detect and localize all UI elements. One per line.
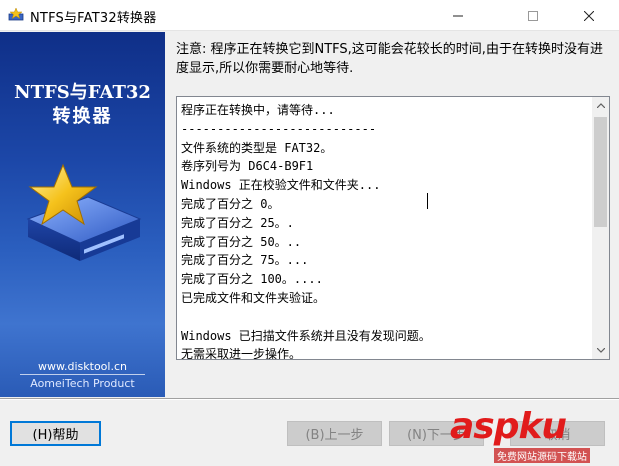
log-line: 已完成文件和文件夹验证。 <box>181 290 326 305</box>
log-line: 完成了百分之 50。.. <box>181 234 302 249</box>
close-icon <box>584 10 594 21</box>
banner-company: AomeiTech Product <box>30 377 135 390</box>
log-line: Windows 正在校验文件和文件夹... <box>181 178 381 193</box>
close-button[interactable] <box>566 0 612 31</box>
banner-url: www.disktool.cn <box>38 360 127 373</box>
log-lines: 程序正在转换中，请等待... --------------------------… <box>181 101 589 360</box>
title-bar: NTFS与FAT32转换器 <box>0 0 619 31</box>
log-line: 程序正在转换中，请等待... <box>181 103 335 117</box>
log-line: 完成了百分之 0。 <box>181 196 280 211</box>
scroll-up-button[interactable] <box>592 97 609 114</box>
scroll-thumb[interactable] <box>594 117 607 227</box>
log-line: 完成了百分之 75。... <box>181 253 309 268</box>
log-line: --------------------------- <box>181 121 377 136</box>
button-separator <box>0 398 619 400</box>
watermark-logo: aspku <box>450 406 567 447</box>
minimize-icon <box>453 15 463 16</box>
log-line: 文件系统的类型是 FAT32。 <box>181 140 333 155</box>
wizard-banner: NTFS与FAT32 转换器 www.disktool.cn AomeiTech… <box>0 32 165 397</box>
log-line: Windows 已扫描文件系统并且没有发现问题。 <box>181 328 431 343</box>
window-title: NTFS与FAT32转换器 <box>30 11 157 26</box>
text-caret <box>427 193 428 209</box>
scroll-down-button[interactable] <box>592 342 609 359</box>
help-button[interactable]: (H)帮助 <box>10 421 101 446</box>
disk-star-icon <box>18 157 143 282</box>
log-line: 卷序列号为 D6C4-B9F1 <box>181 159 314 174</box>
progress-log[interactable]: 程序正在转换中，请等待... --------------------------… <box>176 96 610 360</box>
banner-title-line1: NTFS与FAT32 <box>14 82 151 103</box>
maximize-icon <box>528 10 538 21</box>
log-line: 无需采取进一步操作。 <box>181 347 302 360</box>
site-watermark: aspku 免费网站源码下载站 <box>450 406 615 464</box>
log-scrollbar[interactable] <box>592 97 609 359</box>
notice-text: 注意: 程序正在转换它到NTFS,这可能会花较长的时间,由于在转换时没有进度显示… <box>176 42 603 76</box>
back-button[interactable]: (B)上一步 <box>287 421 382 446</box>
minimize-button[interactable] <box>435 0 481 31</box>
watermark-slogan: 免费网站源码下载站 <box>494 448 590 463</box>
maximize-button[interactable] <box>510 0 556 31</box>
log-line: 完成了百分之 25。. <box>181 215 294 230</box>
banner-divider <box>20 374 145 375</box>
log-line: 完成了百分之 100。.... <box>181 272 323 287</box>
banner-title-line2: 转换器 <box>52 106 113 127</box>
app-icon <box>8 7 24 22</box>
chevron-up-icon <box>596 103 605 108</box>
chevron-down-icon <box>596 348 605 353</box>
